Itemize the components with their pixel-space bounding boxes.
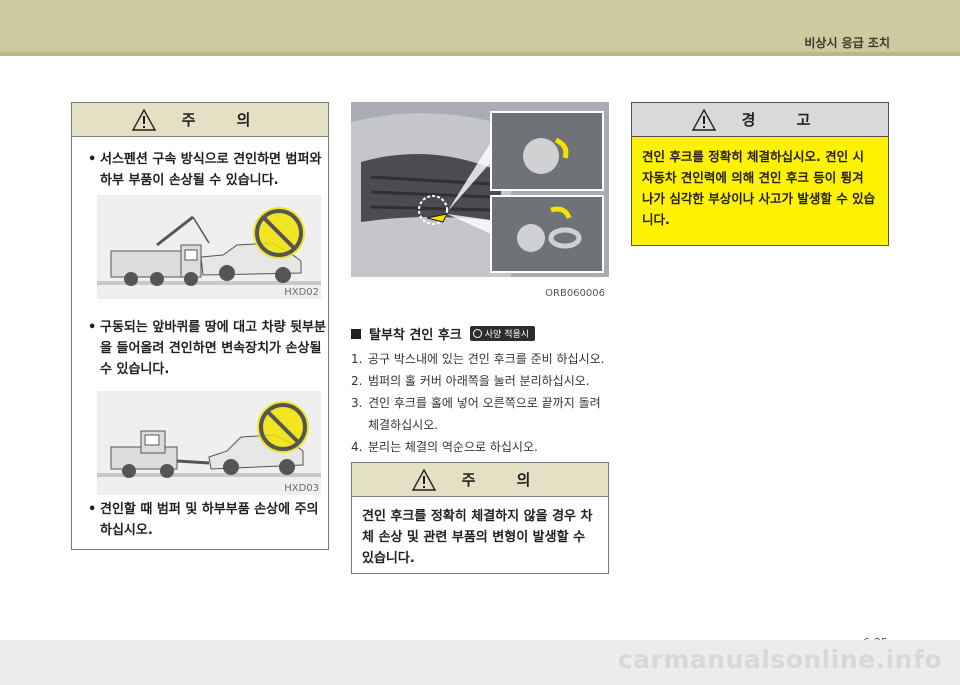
caution-bullet-text: 구동되는 앞바퀴를 땅에 대고 차량 뒷부분을 들어올려 견인하면 변속장치가 … — [100, 320, 326, 377]
warning-box: 경 고 견인 후크를 정확히 체결하십시오. 견인 시 자동차 견인력에 의해 … — [631, 102, 889, 246]
warning-text: 견인 후크를 정확히 체결하십시오. 견인 시 자동차 견인력에 의해 견인 후… — [642, 149, 876, 227]
caution-bullet: • 서스펜션 구속 방식으로 견인하면 범퍼와 하부 부품이 손상될 수 있습니… — [76, 149, 326, 191]
header-divider — [0, 52, 960, 56]
option-badge: 사양 적용시 — [469, 326, 536, 341]
photo-code: ORB060006 — [545, 288, 605, 299]
image-code: HXD02 — [284, 287, 319, 298]
image-code: HXD03 — [284, 483, 319, 494]
tow-hook-photo — [351, 102, 609, 277]
bullet-dot: • — [88, 152, 97, 167]
warning-header: 경 고 — [632, 103, 888, 137]
bullet-dot: • — [88, 502, 97, 517]
step-text: 공구 박스내에 있는 견인 후크를 준비 하십시오. — [368, 352, 605, 366]
caution-box-middle: 주 의 견인 후크를 정확히 체결하지 않을 경우 차체 손상 및 관련 부품의… — [351, 462, 609, 574]
tow-truck-lift-image — [97, 207, 321, 286]
suspension-tow-illustration: HXD02 — [97, 195, 321, 299]
bullet-dot: • — [88, 320, 97, 335]
warning-triangle-icon — [691, 108, 716, 131]
step-number: 1. — [351, 352, 363, 366]
option-badge-text: 사양 적용시 — [484, 330, 530, 340]
caution-bullet: • 구동되는 앞바퀴를 땅에 대고 차량 뒷부분을 들어올려 견인하면 변속장치… — [76, 317, 326, 380]
warning-triangle-icon — [411, 468, 436, 491]
step-text: 범퍼의 홀 커버 아래쪽을 눌러 분리하십시오. — [368, 374, 590, 388]
square-bullet-icon — [351, 328, 361, 339]
subheading-tow-hook: 탈부착 견인 후크 사양 적용시 — [351, 324, 536, 343]
watermark-text: carmanualsonline.info — [617, 645, 942, 674]
caution-title: 주 의 — [461, 471, 549, 489]
step-number: 3. — [351, 396, 363, 410]
caution-header: 주 의 — [72, 103, 328, 137]
caution-text: 견인 후크를 정확히 체결하지 않을 경우 차체 손상 및 관련 부품의 변형이… — [362, 509, 593, 566]
subheading-text: 탈부착 견인 후크 — [369, 328, 462, 343]
step-item: 4. 분리는 체결의 역순으로 하십시오. — [351, 436, 611, 458]
step-text: 견인 후크를 홀에 넣어 오른쪽으로 끝까지 돌려 체결하십시오. — [368, 396, 601, 432]
caution-bullet: • 견인할 때 범퍼 및 하부부품 손상에 주의하십시오. — [76, 499, 326, 541]
front-wheel-tow-illustration: HXD03 — [97, 391, 321, 495]
caution-bullet-text: 견인할 때 범퍼 및 하부부품 손상에 주의하십시오. — [100, 502, 319, 538]
step-item: 1. 공구 박스내에 있는 견인 후크를 준비 하십시오. — [351, 348, 611, 370]
bumper-hook-photo-image — [351, 102, 609, 277]
caution-header: 주 의 — [352, 463, 608, 497]
caution-box-left: 주 의 • 서스펜션 구속 방식으로 견인하면 범퍼와 하부 부품이 손상될 수… — [71, 102, 329, 550]
step-text: 분리는 체결의 역순으로 하십시오. — [368, 440, 538, 454]
warning-triangle-icon — [131, 108, 156, 131]
tow-truck-lift-image — [97, 401, 321, 478]
step-item: 3. 견인 후크를 홀에 넣어 오른쪽으로 끝까지 돌려 체결하십시오. — [351, 392, 611, 436]
watermark-strip: carmanualsonline.info — [0, 640, 960, 685]
caution-title: 주 의 — [181, 111, 269, 129]
step-number: 4. — [351, 440, 363, 454]
warning-title: 경 고 — [741, 111, 829, 129]
step-item: 2. 범퍼의 홀 커버 아래쪽을 눌러 분리하십시오. — [351, 370, 611, 392]
option-icon — [472, 329, 482, 338]
section-title: 비상시 응급 조치 — [804, 36, 890, 50]
caution-bullet-text: 서스펜션 구속 방식으로 견인하면 범퍼와 하부 부품이 손상될 수 있습니다. — [100, 152, 322, 188]
step-list: 1. 공구 박스내에 있는 견인 후크를 준비 하십시오. 2. 범퍼의 홀 커버 … — [351, 348, 611, 458]
step-number: 2. — [351, 374, 363, 388]
